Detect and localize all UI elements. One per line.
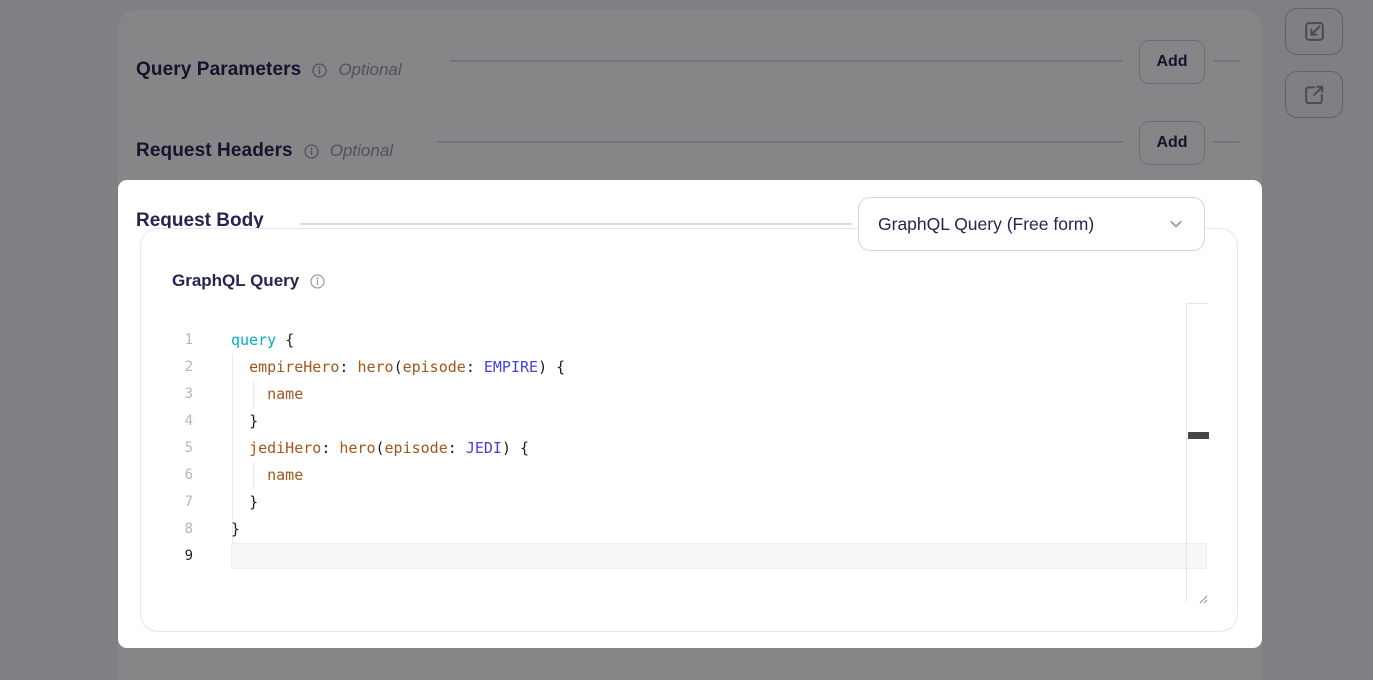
graphql-code-editor[interactable]: 123456789 query { empireHero: hero(episo… [141,229,1237,631]
code-content[interactable]: query { empireHero: hero(episode: EMPIRE… [231,327,565,570]
code-line-9[interactable] [231,543,565,570]
code-line-1[interactable]: query { [231,327,565,354]
line-number: 9 [161,543,193,570]
app-screen: Query Parameters Optional Add Request He… [0,0,1373,680]
request-body-section: Request Body GraphQL Query (Free form) G… [118,180,1262,648]
line-number: 1 [161,327,193,354]
code-line-3[interactable]: name [231,381,565,408]
line-number: 2 [161,354,193,381]
editor-scrollbar[interactable] [1186,303,1208,602]
code-line-6[interactable]: name [231,462,565,489]
line-number: 4 [161,408,193,435]
line-number: 3 [161,381,193,408]
code-line-8[interactable]: } [231,516,565,543]
divider [300,223,852,225]
body-type-select[interactable]: GraphQL Query (Free form) [858,197,1205,251]
resize-grip-icon[interactable] [1197,589,1208,600]
code-line-7[interactable]: } [231,489,565,516]
line-number: 5 [161,435,193,462]
code-line-2[interactable]: empireHero: hero(episode: EMPIRE) { [231,354,565,381]
graphql-query-panel: GraphQL Query 123456789 query { empireHe… [140,228,1238,632]
code-line-4[interactable]: } [231,408,565,435]
body-type-selected-value: GraphQL Query (Free form) [878,214,1094,235]
line-number: 6 [161,462,193,489]
chevron-down-icon [1166,214,1186,234]
code-line-5[interactable]: jediHero: hero(episode: JEDI) { [231,435,565,462]
line-number: 8 [161,516,193,543]
line-number-gutter: 123456789 [161,327,193,570]
scrollbar-thumb[interactable] [1188,432,1209,439]
line-number: 7 [161,489,193,516]
